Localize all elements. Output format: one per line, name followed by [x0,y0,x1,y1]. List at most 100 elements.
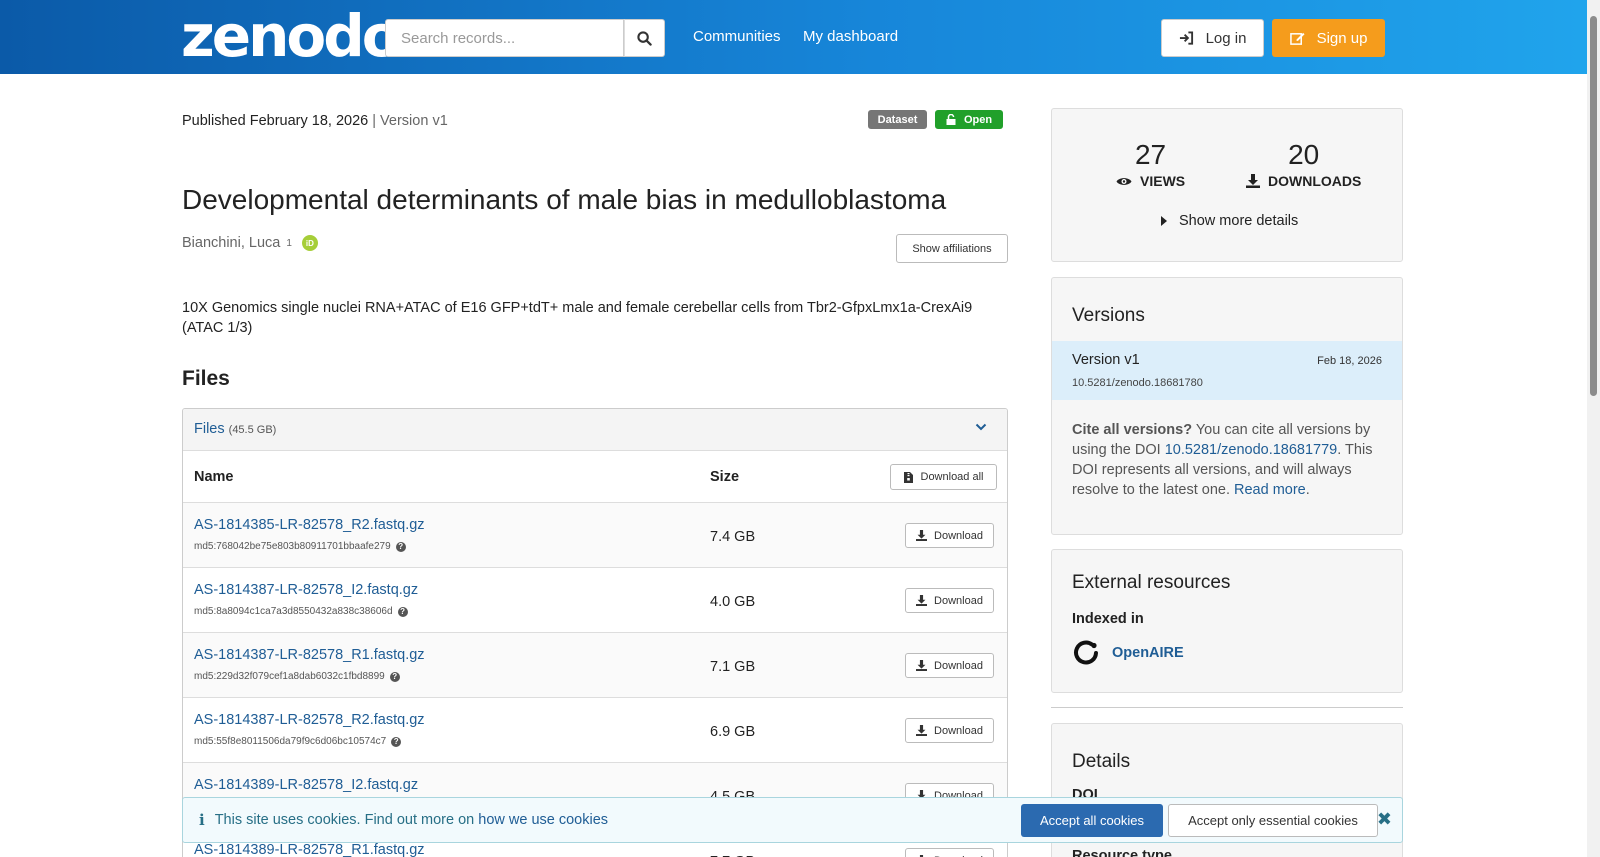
file-name-link[interactable]: AS-1814389-LR-82578_I2.fastq.gz [194,777,418,793]
table-row: AS-1814385-LR-82578_R2.fastq.gz md5:76804… [183,503,1007,568]
nav-my-dashboard[interactable]: My dashboard [803,28,898,45]
signup-label: Sign up [1316,29,1368,47]
help-icon[interactable]: ? [389,671,400,682]
published-label: Published [182,113,246,129]
search-icon [637,30,652,46]
file-md5: md5:229d32f079cef1a8dab6032c1fbd8899 [194,671,385,682]
file-archive-icon [903,471,913,483]
file-name-link[interactable]: AS-1814387-LR-82578_R2.fastq.gz [194,712,425,728]
views-stat: 27 VIEWS [1116,139,1185,189]
sign-in-icon [1179,31,1193,45]
scrollbar-thumb[interactable] [1590,16,1597,396]
cite-all-versions-bold: Cite all versions? [1072,422,1193,438]
concept-doi-link[interactable]: 10.5281/zenodo.18681779 [1165,442,1338,458]
orcid-icon[interactable]: iD [301,235,318,251]
file-checksum: md5:768042be75e803b80911701bbaafe279? [194,541,406,552]
downloads-stat: 20 DOWNLOADS [1246,139,1361,189]
files-panel-header[interactable]: Files (45.5 GB) [183,409,1007,451]
help-icon[interactable]: ? [395,541,406,552]
files-heading: Files [182,367,230,390]
download-file-button[interactable]: Download [905,588,994,613]
download-icon [916,595,928,606]
close-icon[interactable]: ✖ [1377,809,1392,830]
stats-card: 27 VIEWS 20 DOWNLOADS Show more details [1051,108,1403,262]
edit-icon [1289,32,1305,45]
author: Bianchini, Luca 1 iD [182,235,318,251]
info-icon: i [199,811,205,829]
versions-card: Versions Version v1 Feb 18, 2026 10.5281… [1051,277,1403,535]
show-affiliations-button[interactable]: Show affiliations [896,234,1008,263]
resource-type-label: Resource type [1072,848,1172,857]
show-more-details-toggle[interactable]: Show more details [1161,213,1298,229]
page-scrollbar[interactable] [1587,0,1600,857]
download-file-button[interactable]: Download [905,653,994,678]
accept-essential-cookies-button[interactable]: Accept only essential cookies [1168,804,1378,837]
badge-access-label: Open [963,113,993,126]
download-file-button[interactable]: Download [905,848,994,857]
login-button[interactable]: Log in [1161,19,1264,57]
column-name-header: Name [194,469,234,485]
file-name-link[interactable]: AS-1814385-LR-82578_R2.fastq.gz [194,517,425,533]
cookie-policy-link[interactable]: how we use cookies [478,812,608,828]
openaire-label: OpenAIRE [1112,645,1184,661]
signup-button[interactable]: Sign up [1272,19,1385,57]
chevron-down-icon [975,423,987,431]
nav-communities[interactable]: Communities [693,28,781,45]
search-bar [385,19,665,57]
file-size: 4.0 GB [710,594,756,610]
resource-type-badge: Dataset [868,110,927,129]
zenodo-logo[interactable]: zenodo [181,6,402,66]
column-size-header: Size [710,469,740,485]
cite-all-versions-text: Cite all versions? You can cite all vers… [1072,422,1373,498]
show-more-details-label: Show more details [1179,213,1299,229]
record-title: Developmental determinants of male bias … [182,184,947,215]
eye-icon [1116,177,1132,185]
author-affiliation-number: 1 [286,237,292,249]
version-text: | Version v1 [372,113,448,129]
file-name-link[interactable]: AS-1814387-LR-82578_R1.fastq.gz [194,647,425,663]
files-panel-title: Files [194,421,225,437]
sidebar-divider [1051,707,1403,708]
views-label-row: VIEWS [1116,173,1185,189]
file-checksum: md5:55f8e8011506da79f9c6d06bc10574c7? [194,736,402,747]
author-name[interactable]: Bianchini, Luca [182,235,280,251]
unlock-icon [946,114,956,125]
file-name-link[interactable]: AS-1814387-LR-82578_I2.fastq.gz [194,582,418,598]
search-button[interactable] [624,19,665,57]
download-icon [916,725,928,736]
search-input[interactable] [385,19,624,57]
download-file-button[interactable]: Download [905,718,994,743]
file-checksum: md5:8a8094c1ca7a3d8550432a838c38606d? [194,606,408,617]
file-size: 6.9 GB [710,724,756,740]
external-resources-card: External resources Indexed in OpenAIRE [1051,549,1403,693]
download-all-button[interactable]: Download all [890,464,997,490]
help-icon[interactable]: ? [391,736,402,747]
download-file-button[interactable]: Download [905,523,994,548]
version-item-v1[interactable]: Version v1 Feb 18, 2026 10.5281/zenodo.1… [1052,341,1402,400]
files-total-size: (45.5 GB) [228,424,277,436]
file-size: 7.4 GB [710,529,756,545]
version-label: Version v1 [1072,352,1140,368]
download-icon [916,660,928,671]
cookie-message: i This site uses cookies. Find out more … [199,811,608,829]
table-row: AS-1814387-LR-82578_R1.fastq.gz md5:229d3… [183,633,1007,698]
cookie-text-row: This site uses cookies. Find out more on… [215,812,608,828]
read-more-link[interactable]: Read more [1234,482,1306,498]
file-md5: md5:768042be75e803b80911701bbaafe279 [194,541,391,552]
file-md5: md5:55f8e8011506da79f9c6d06bc10574c7 [194,736,387,747]
record-description: 10X Genomics single nuclei RNA+ATAC of E… [182,300,973,336]
downloads-label: DOWNLOADS [1268,173,1362,189]
table-row: AS-1814387-LR-82578_R2.fastq.gz md5:55f8e… [183,698,1007,763]
files-panel: Files (45.5 GB) Name Size Download all A… [182,408,1008,857]
file-name-link[interactable]: AS-1814389-LR-82578_R1.fastq.gz [194,842,425,857]
openaire-link[interactable]: OpenAIRE [1072,639,1184,667]
download-label: Download [934,529,983,542]
accept-all-cookies-button[interactable]: Accept all cookies [1021,804,1163,837]
help-icon[interactable]: ? [397,606,408,617]
file-md5: md5:8a8094c1ca7a3d8550432a838c38606d [194,606,393,617]
file-checksum: md5:229d32f079cef1a8dab6032c1fbd8899? [194,671,400,682]
cookie-banner: i This site uses cookies. Find out more … [182,797,1403,843]
views-count: 27 [1134,139,1167,170]
download-all-label: Download all [920,471,984,483]
published-date: February 18, 2026 [249,113,369,129]
